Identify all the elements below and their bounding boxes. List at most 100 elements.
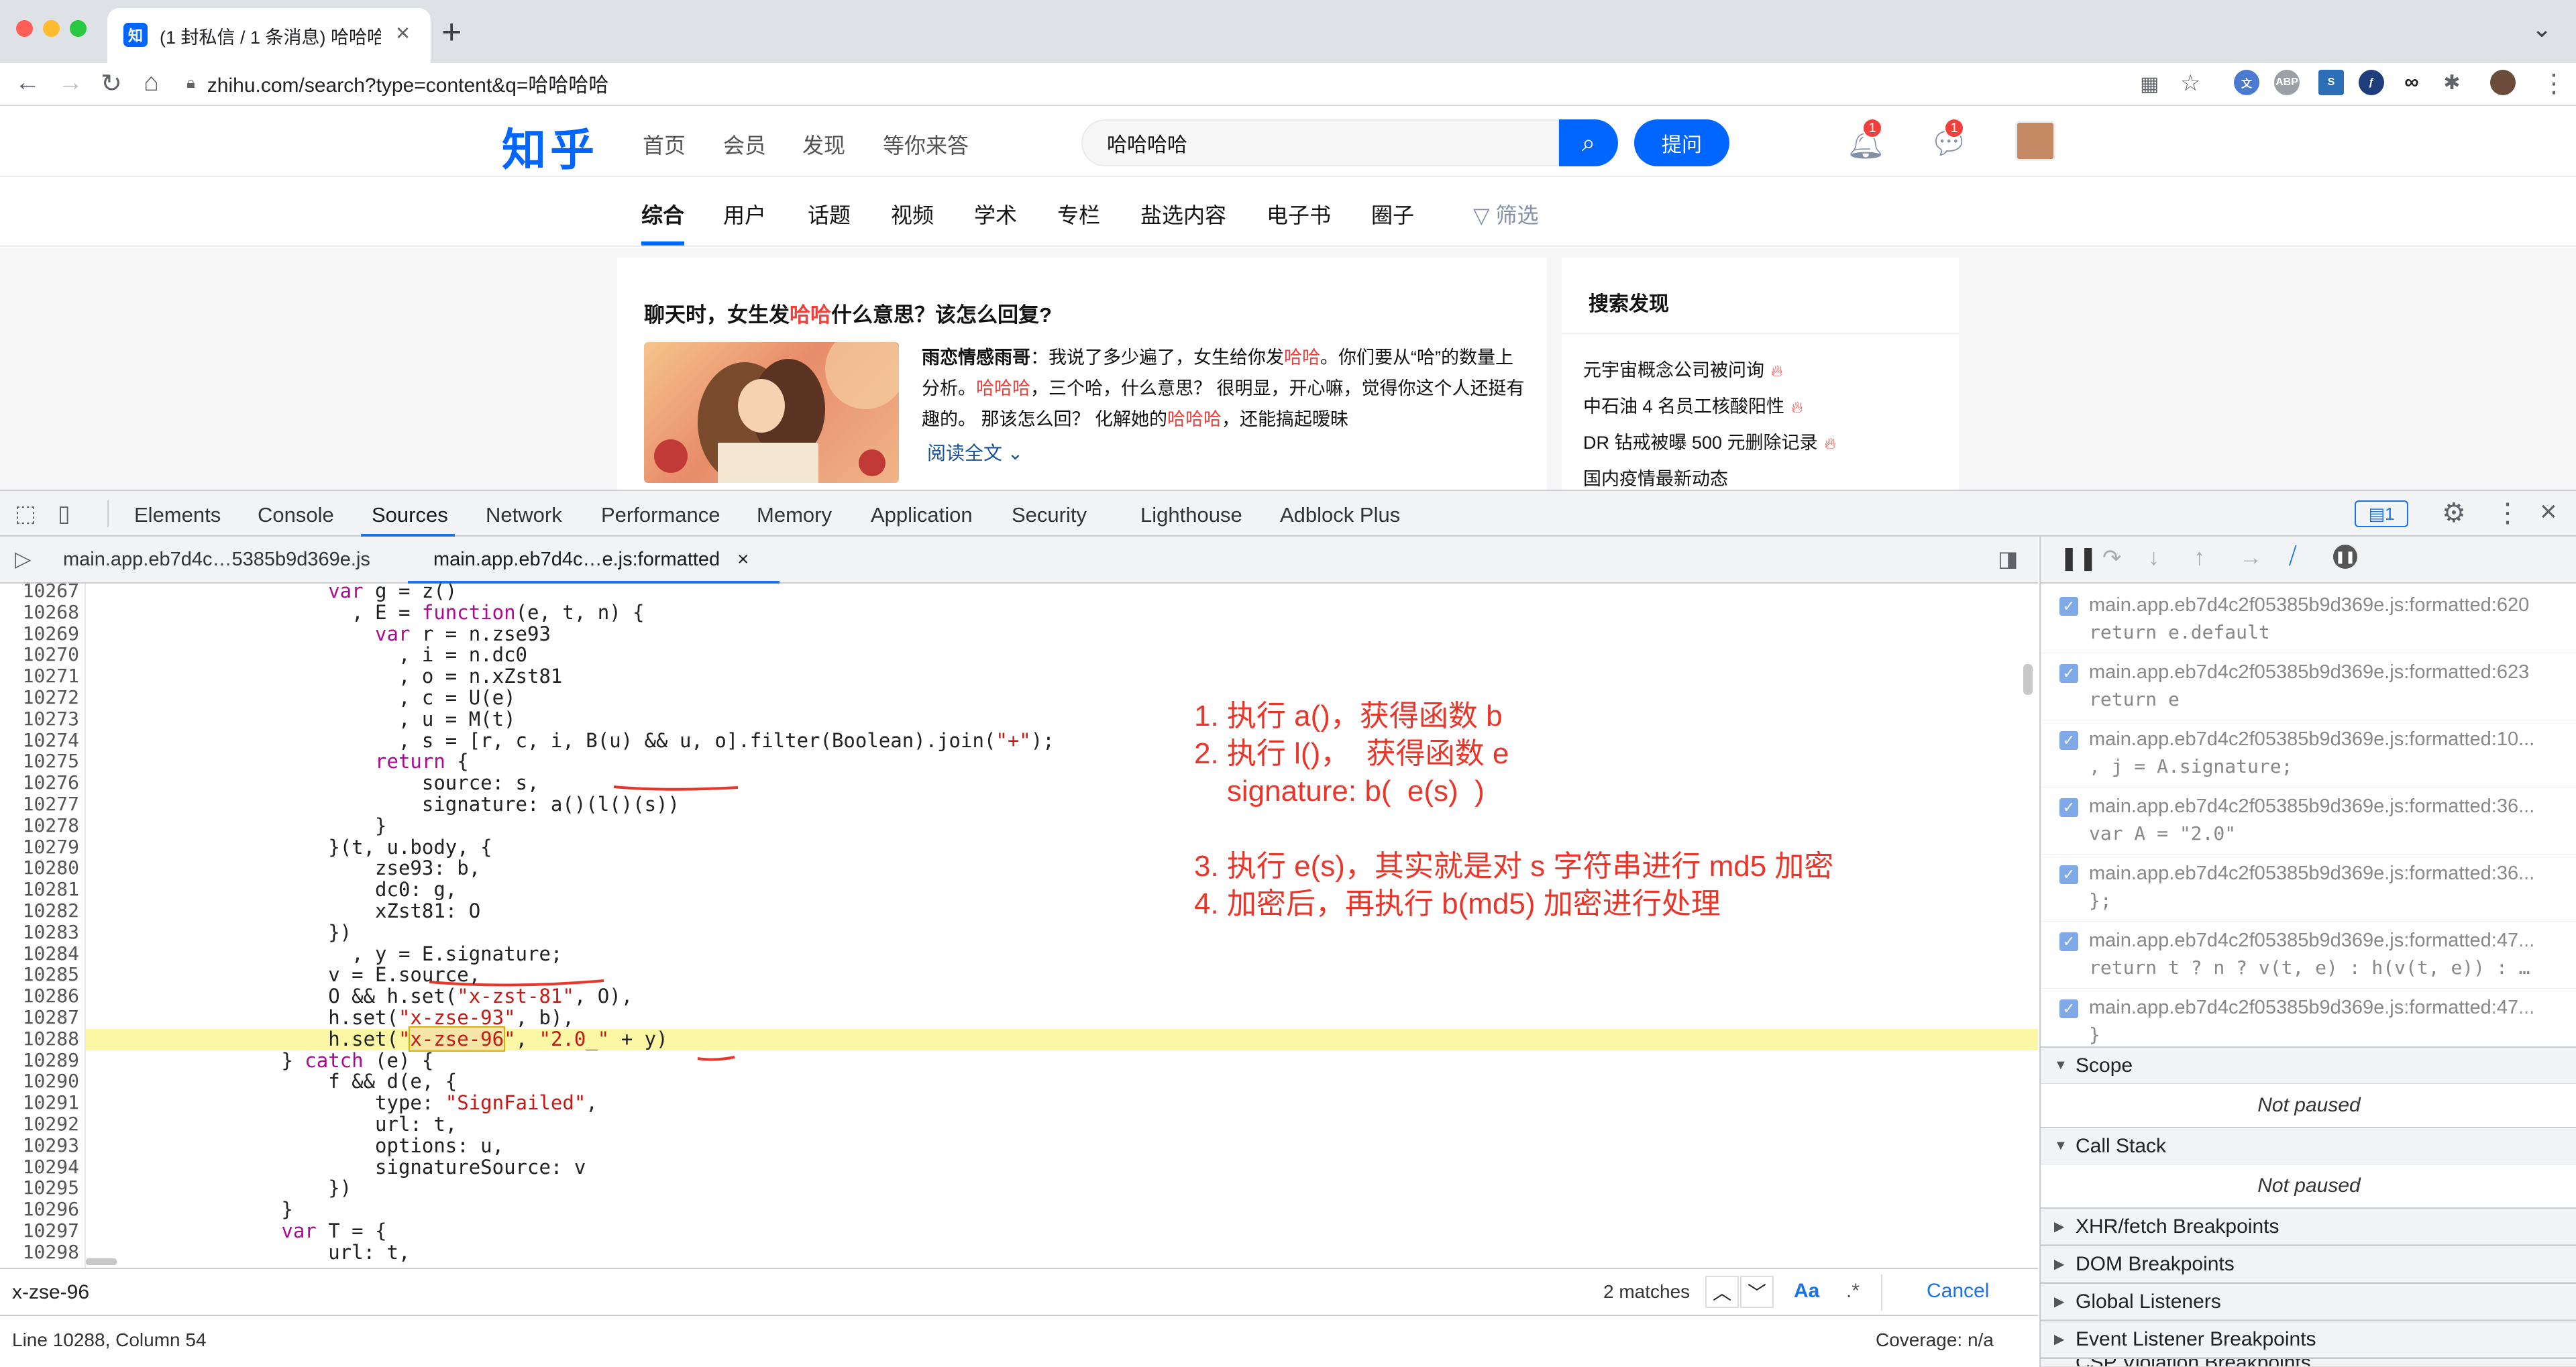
browser-menu-icon[interactable]: ⋮ <box>2541 68 2567 99</box>
tab-videos[interactable]: 视频 <box>891 199 934 229</box>
result-title[interactable]: 聊天时，女生发哈哈什么意思？该怎么回复? <box>644 298 1052 328</box>
new-tab-button[interactable]: + <box>441 12 462 52</box>
tab-topics[interactable]: 话题 <box>808 199 851 229</box>
breakpoint-item[interactable]: ✓ main.app.eb7d4c2f05385b9d369e.js:format… <box>2041 856 2576 922</box>
zhihu-logo[interactable]: 知乎 <box>502 114 598 178</box>
more-options-icon[interactable]: ⋮ <box>2494 498 2521 529</box>
checkbox-checked-icon[interactable]: ✓ <box>2059 932 2078 951</box>
extension-s-icon[interactable]: S <box>2318 70 2344 95</box>
previous-match-icon[interactable]: ︿ <box>1705 1276 1739 1308</box>
user-avatar[interactable] <box>2015 121 2055 161</box>
close-tab-icon[interactable]: × <box>396 19 410 47</box>
source-tab-formatted[interactable]: main.app.eb7d4c…e.js:formatted × <box>433 549 749 571</box>
search-button[interactable]: ⌕ <box>1559 119 1618 166</box>
extension-link-icon[interactable]: ∞ <box>2399 70 2424 95</box>
checkbox-checked-icon[interactable]: ✓ <box>2059 597 2078 616</box>
toggle-debugger-icon[interactable]: ◨ <box>1998 546 2018 571</box>
close-devtools-icon[interactable]: × <box>2540 495 2557 529</box>
checkbox-checked-icon[interactable]: ✓ <box>2059 999 2078 1018</box>
tab-console[interactable]: Console <box>258 503 334 527</box>
tab-salt-content[interactable]: 盐选内容 <box>1140 199 1226 229</box>
scope-section-header[interactable]: ▼ Scope <box>2041 1046 2576 1084</box>
xhr-breakpoints-header[interactable]: ▶ XHR/fetch Breakpoints <box>2041 1207 2576 1245</box>
nav-waiting-answers[interactable]: 等你来答 <box>883 129 969 160</box>
tab-sources[interactable]: Sources <box>372 503 448 527</box>
read-more-link[interactable]: 阅读全文 ⌄ <box>927 439 1023 466</box>
tab-network[interactable]: Network <box>486 503 562 527</box>
extension-translate-icon[interactable]: 文 <box>2234 70 2259 95</box>
breakpoint-item[interactable]: ✓ main.app.eb7d4c2f05385b9d369e.js:format… <box>2041 588 2576 653</box>
breakpoint-item[interactable]: ✓ main.app.eb7d4c2f05385b9d369e.js:format… <box>2041 655 2576 720</box>
pause-icon[interactable]: ❚❚ <box>2059 545 2098 571</box>
nav-vip[interactable]: 会员 <box>723 129 766 160</box>
back-arrow-icon[interactable]: ← <box>15 68 40 97</box>
adblock-plus-icon[interactable]: ABP <box>2274 70 2300 95</box>
step-into-icon[interactable]: ↓ <box>2148 545 2159 571</box>
tab-users[interactable]: 用户 <box>723 199 766 229</box>
nav-home[interactable]: 首页 <box>643 129 686 160</box>
forward-arrow-icon[interactable]: → <box>58 68 83 97</box>
tab-circles[interactable]: 圈子 <box>1371 199 1414 229</box>
step-out-icon[interactable]: ↑ <box>2194 545 2205 571</box>
step-icon[interactable]: → <box>2239 545 2262 571</box>
maximize-window-button[interactable] <box>70 20 87 37</box>
tab-performance[interactable]: Performance <box>601 503 720 527</box>
deactivate-breakpoints-icon[interactable]: ⧸ <box>2289 543 2297 569</box>
checkbox-checked-icon[interactable]: ✓ <box>2059 731 2078 750</box>
tab-adblock-plus[interactable]: Adblock Plus <box>1280 503 1400 527</box>
tab-application[interactable]: Application <box>871 503 973 527</box>
close-tab-icon[interactable]: × <box>737 549 749 570</box>
device-toolbar-icon[interactable]: ▯ <box>58 500 70 527</box>
match-case-toggle[interactable]: Aa <box>1794 1280 1819 1303</box>
qr-code-icon[interactable]: ▦ <box>2140 72 2159 96</box>
home-icon[interactable]: ⌂ <box>144 68 159 97</box>
inspect-element-icon[interactable]: ⬚ <box>15 500 36 527</box>
ask-question-button[interactable]: 提问 <box>1634 119 1729 166</box>
tab-lighthouse[interactable]: Lighthouse <box>1140 503 1242 527</box>
find-input[interactable]: x-zse-96 <box>12 1281 89 1304</box>
checkbox-checked-icon[interactable]: ✓ <box>2059 865 2078 884</box>
next-match-icon[interactable]: ﹀ <box>1740 1276 1774 1308</box>
vertical-scrollbar[interactable] <box>2023 664 2033 695</box>
dom-breakpoints-header[interactable]: ▶ DOM Breakpoints <box>2041 1245 2576 1282</box>
minimize-window-button[interactable] <box>43 20 60 37</box>
tab-memory[interactable]: Memory <box>757 503 832 527</box>
reload-icon[interactable]: ↻ <box>101 68 122 99</box>
step-over-icon[interactable]: ↷ <box>2102 545 2122 571</box>
profile-avatar[interactable] <box>2490 70 2516 95</box>
tab-academic[interactable]: 学术 <box>974 199 1017 229</box>
filter-button[interactable]: ▽ 筛选 <box>1473 199 1539 229</box>
source-tab-minified[interactable]: main.app.eb7d4c…5385b9d369e.js <box>63 549 370 571</box>
bookmark-star-icon[interactable]: ☆ <box>2180 70 2200 97</box>
breakpoint-item[interactable]: ✓ main.app.eb7d4c2f05385b9d369e.js:format… <box>2041 923 2576 989</box>
discovery-item[interactable]: 元宇宙概念公司被问询 🔥︎ <box>1583 356 1783 382</box>
pause-on-exceptions-icon[interactable]: ❚❚ <box>2333 545 2357 569</box>
toggle-navigator-icon[interactable]: ▷ <box>15 546 32 571</box>
code-editor[interactable]: 10267 10268 10269 10270 10271 10272 10273 10274… <box>0 584 2038 1268</box>
settings-gear-icon[interactable]: ⚙ <box>2442 498 2466 529</box>
regex-toggle[interactable]: .* <box>1846 1280 1860 1303</box>
global-listeners-header[interactable]: ▶ Global Listeners <box>2041 1282 2576 1320</box>
tab-search-chevron-icon[interactable]: ⌄ <box>2532 15 2552 43</box>
browser-tab[interactable]: 知 (1 封私信 / 1 条消息) 哈哈哈哈 - × <box>107 8 431 63</box>
extension-script-icon[interactable]: ƒ <box>2359 70 2384 95</box>
close-window-button[interactable] <box>16 20 33 37</box>
extensions-puzzle-icon[interactable]: ✱ <box>2439 70 2465 95</box>
discovery-item[interactable]: 国内疫情最新动态 <box>1583 464 1728 490</box>
zhihu-search-input[interactable]: 哈哈哈哈 <box>1081 119 1559 166</box>
tab-elements[interactable]: Elements <box>134 503 221 527</box>
event-listener-breakpoints-header[interactable]: ▶ Event Listener Breakpoints <box>2041 1320 2576 1358</box>
nav-discover[interactable]: 发现 <box>802 129 845 160</box>
result-thumbnail[interactable] <box>644 342 899 483</box>
coverage-status[interactable]: Coverage: n/a <box>1876 1329 1994 1351</box>
discovery-item[interactable]: DR 钻戒被曝 500 元删除记录 🔥︎ <box>1583 428 1836 454</box>
breakpoint-item[interactable]: ✓ main.app.eb7d4c2f05385b9d369e.js:format… <box>2041 722 2576 787</box>
checkbox-checked-icon[interactable]: ✓ <box>2059 664 2078 683</box>
csp-violation-breakpoints-header[interactable]: CSP Violation Breakpoints <box>2041 1358 2576 1367</box>
tab-columns[interactable]: 专栏 <box>1057 199 1100 229</box>
cancel-search-button[interactable]: Cancel <box>1927 1280 1989 1303</box>
checkbox-checked-icon[interactable]: ✓ <box>2059 798 2078 817</box>
tab-ebooks[interactable]: 电子书 <box>1267 199 1331 229</box>
call-stack-section-header[interactable]: ▼ Call Stack <box>2041 1127 2576 1164</box>
discovery-item[interactable]: 中石油 4 名员工核酸阳性 🔥︎ <box>1583 392 1803 418</box>
